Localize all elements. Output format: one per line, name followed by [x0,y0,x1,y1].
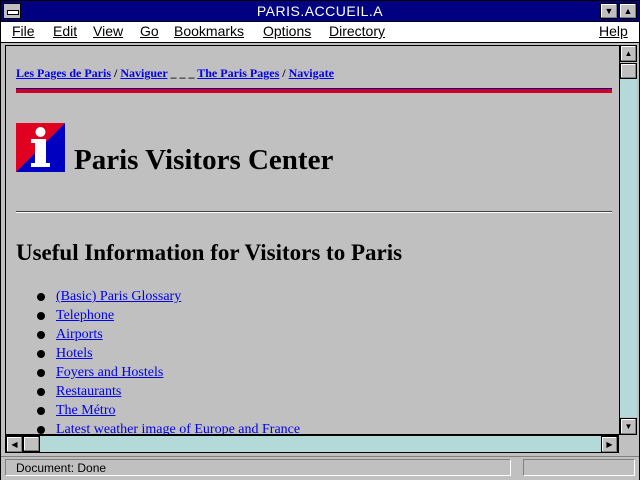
link-airports[interactable]: Airports [56,327,103,342]
horizontal-scrollbar[interactable]: ◀ ▶ [5,435,619,453]
divider-bar [16,88,612,93]
arrow-down-icon: ▼ [624,422,633,431]
maximize-icon: ▲ [623,6,633,16]
link-foyers-and-hostels[interactable]: Foyers and Hostels [56,365,163,380]
breadcrumb-link-naviguer[interactable]: Naviguer [120,66,167,80]
menu-help-label: Help [599,23,628,39]
breadcrumb-separator: _ _ _ [167,66,198,80]
menu-file[interactable]: File [12,23,35,39]
arrow-left-icon: ◀ [11,440,18,449]
list-item: The Métro [16,403,300,422]
bullet-icon [37,331,45,339]
status-bar: Document: Done [1,456,639,480]
menu-directory-label: Directory [329,23,386,39]
list-item: Latest weather image of Europe and Franc… [16,422,300,434]
title-bar[interactable]: PARIS.ACCUEIL.A ▼ ▲ [1,1,639,22]
vertical-scroll-thumb[interactable] [620,63,637,79]
bullet-icon [37,369,45,377]
menu-directory[interactable]: Directory [329,23,385,39]
status-text: Document: Done [5,459,511,476]
breadcrumb-separator: / [111,66,121,80]
section-heading: Useful Information for Visitors to Paris [16,240,403,265]
menu-view[interactable]: View [93,23,123,39]
minimize-icon: ▼ [604,6,614,16]
link-restaurants[interactable]: Restaurants [56,384,121,399]
bullet-icon [37,293,45,301]
scroll-left-button[interactable]: ◀ [6,436,23,453]
menu-go-label: Go [140,23,159,39]
horizontal-scroll-track[interactable] [40,436,602,452]
list-item: (Basic) Paris Glossary [16,289,300,308]
scroll-down-button[interactable]: ▼ [620,418,637,435]
arrow-right-icon: ▶ [606,440,613,449]
scroll-right-button[interactable]: ▶ [601,436,618,453]
horizontal-scroll-thumb[interactable] [23,436,40,452]
menu-edit[interactable]: Edit [53,23,77,39]
arrow-up-icon: ▲ [624,49,633,58]
menu-bar: File Edit View Go Bookmarks Options Dire… [1,22,639,43]
vertical-scrollbar[interactable]: ▲ ▼ [619,45,637,435]
menu-view-label: View [93,23,124,39]
info-icon [16,123,65,172]
breadcrumb-link-les-pages-de-paris[interactable]: Les Pages de Paris [16,66,111,80]
menu-bookmarks[interactable]: Bookmarks [174,23,244,39]
link-weather-image[interactable]: Latest weather image of Europe and Franc… [56,422,300,434]
bullet-icon [37,407,45,415]
bullet-icon [37,350,45,358]
link-telephone[interactable]: Telephone [56,308,114,323]
link-paris-glossary[interactable]: (Basic) Paris Glossary [56,289,181,304]
menu-options-label: Options [263,23,312,39]
menu-help[interactable]: Help [599,23,628,39]
vertical-scroll-track[interactable] [620,63,637,417]
horizontal-rule [16,211,612,213]
list-item: Airports [16,327,300,346]
info-link-list: (Basic) Paris Glossary Telephone Airport… [16,289,300,434]
bullet-icon [37,388,45,396]
breadcrumb: Les Pages de Paris / Naviguer _ _ _ The … [16,66,334,81]
breadcrumb-link-navigate[interactable]: Navigate [289,66,334,80]
scrollbar-corner [619,435,637,453]
menu-edit-label: Edit [53,23,78,39]
list-item: Telephone [16,308,300,327]
document-view[interactable]: Les Pages de Paris / Naviguer _ _ _ The … [5,45,619,435]
minimize-button[interactable]: ▼ [600,3,618,19]
menu-file-label: File [12,23,35,39]
menu-options[interactable]: Options [263,23,311,39]
bullet-icon [37,312,45,320]
window-title: PARIS.ACCUEIL.A [256,3,384,19]
breadcrumb-link-the-paris-pages[interactable]: The Paris Pages [197,66,279,80]
breadcrumb-separator: / [279,66,289,80]
progress-indicator [523,459,635,476]
link-hotels[interactable]: Hotels [56,346,93,361]
maximize-button[interactable]: ▲ [619,3,637,19]
link-the-metro[interactable]: The Métro [56,403,115,418]
browser-window: PARIS.ACCUEIL.A ▼ ▲ File Edit View Go Bo… [0,0,640,480]
scroll-up-button[interactable]: ▲ [620,45,637,62]
menu-bookmarks-label: Bookmarks [174,23,245,39]
list-item: Restaurants [16,384,300,403]
list-item: Foyers and Hostels [16,365,300,384]
bullet-icon [37,426,45,434]
menu-go[interactable]: Go [140,23,159,39]
list-item: Hotels [16,346,300,365]
page-title: Paris Visitors Center [74,144,334,176]
